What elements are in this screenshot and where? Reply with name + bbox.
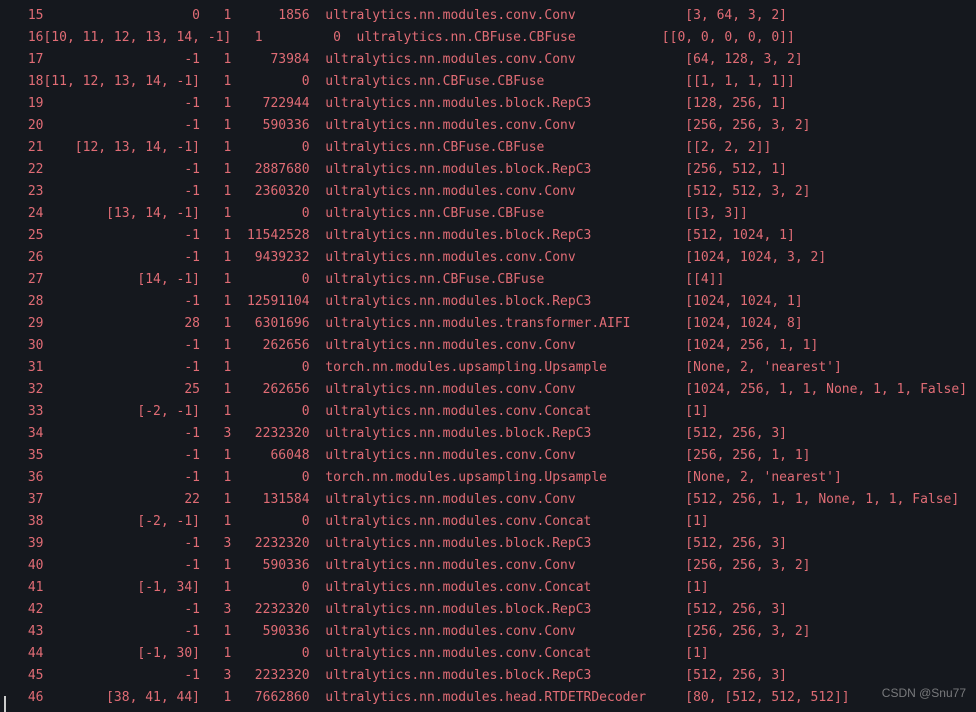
log-row: 30 -1 1 262656 ultralytics.nn.modules.co…: [0, 335, 976, 357]
terminal-output: 15 0 1 1856 ultralytics.nn.modules.conv.…: [0, 5, 976, 709]
log-row: 24 [13, 14, -1] 1 0 ultralytics.nn.CBFus…: [0, 203, 976, 225]
log-row: 29 28 1 6301696 ultralytics.nn.modules.t…: [0, 313, 976, 335]
log-row: 22 -1 1 2887680 ultralytics.nn.modules.b…: [0, 159, 976, 181]
log-row: 38 [-2, -1] 1 0 ultralytics.nn.modules.c…: [0, 511, 976, 533]
log-row: 46 [38, 41, 44] 1 7662860 ultralytics.nn…: [0, 687, 976, 709]
log-row: 31 -1 1 0 torch.nn.modules.upsampling.Up…: [0, 357, 976, 379]
log-row: 16[10, 11, 12, 13, 14, -1] 1 0 ultralyti…: [0, 27, 976, 49]
log-row: 45 -1 3 2232320 ultralytics.nn.modules.b…: [0, 665, 976, 687]
log-row: 44 [-1, 30] 1 0 ultralytics.nn.modules.c…: [0, 643, 976, 665]
log-row: 36 -1 1 0 torch.nn.modules.upsampling.Up…: [0, 467, 976, 489]
log-row: 40 -1 1 590336 ultralytics.nn.modules.co…: [0, 555, 976, 577]
watermark: CSDN @Snu77: [882, 682, 966, 704]
log-row: 28 -1 1 12591104 ultralytics.nn.modules.…: [0, 291, 976, 313]
log-row: 21 [12, 13, 14, -1] 1 0 ultralytics.nn.C…: [0, 137, 976, 159]
log-row: 23 -1 1 2360320 ultralytics.nn.modules.c…: [0, 181, 976, 203]
log-row: 17 -1 1 73984 ultralytics.nn.modules.con…: [0, 49, 976, 71]
log-row: 19 -1 1 722944 ultralytics.nn.modules.bl…: [0, 93, 976, 115]
log-row: 27 [14, -1] 1 0 ultralytics.nn.CBFuse.CB…: [0, 269, 976, 291]
log-row: 18[11, 12, 13, 14, -1] 1 0 ultralytics.n…: [0, 71, 976, 93]
log-row: 15 0 1 1856 ultralytics.nn.modules.conv.…: [0, 5, 976, 27]
cursor: [4, 696, 6, 712]
log-row: 37 22 1 131584 ultralytics.nn.modules.co…: [0, 489, 976, 511]
log-row: 42 -1 3 2232320 ultralytics.nn.modules.b…: [0, 599, 976, 621]
log-row: 20 -1 1 590336 ultralytics.nn.modules.co…: [0, 115, 976, 137]
log-row: 43 -1 1 590336 ultralytics.nn.modules.co…: [0, 621, 976, 643]
log-row: 33 [-2, -1] 1 0 ultralytics.nn.modules.c…: [0, 401, 976, 423]
log-row: 39 -1 3 2232320 ultralytics.nn.modules.b…: [0, 533, 976, 555]
log-row: 32 25 1 262656 ultralytics.nn.modules.co…: [0, 379, 976, 401]
log-row: 34 -1 3 2232320 ultralytics.nn.modules.b…: [0, 423, 976, 445]
log-row: 26 -1 1 9439232 ultralytics.nn.modules.c…: [0, 247, 976, 269]
log-row: 35 -1 1 66048 ultralytics.nn.modules.con…: [0, 445, 976, 467]
log-row: 41 [-1, 34] 1 0 ultralytics.nn.modules.c…: [0, 577, 976, 599]
log-row: 25 -1 1 11542528 ultralytics.nn.modules.…: [0, 225, 976, 247]
